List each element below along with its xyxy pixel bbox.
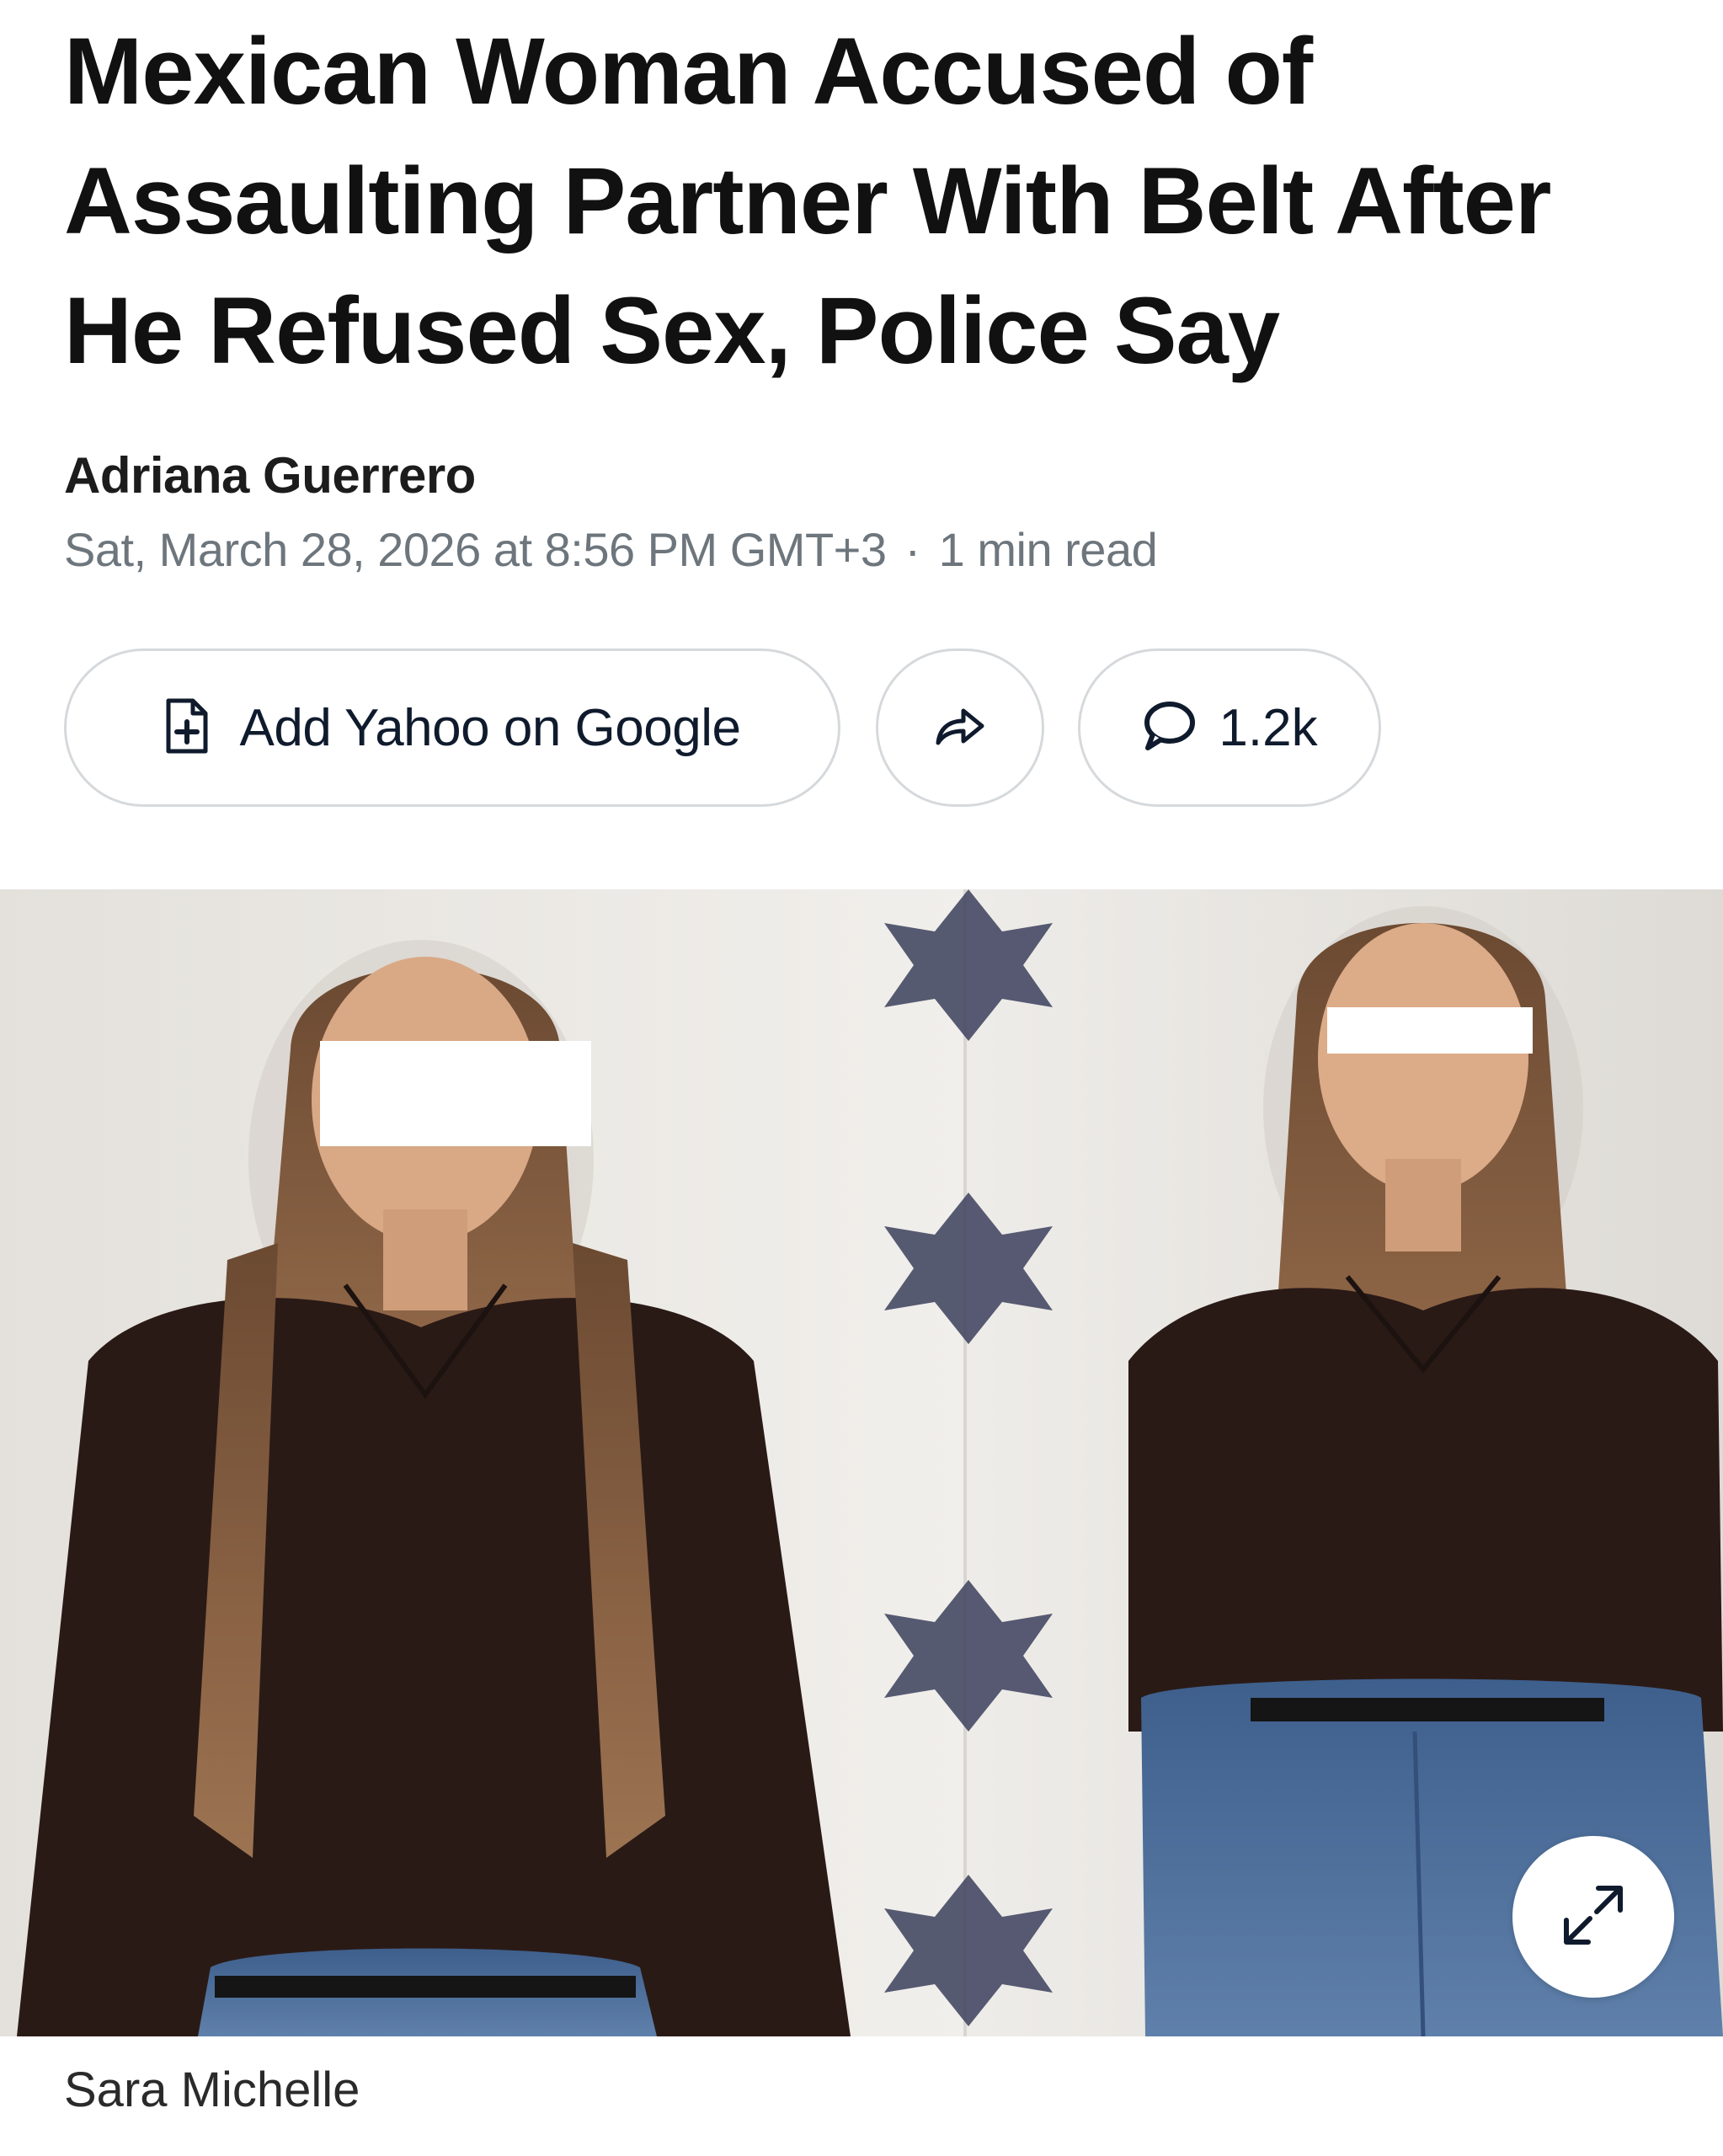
add-source-icon (164, 696, 210, 760)
meta-separator: · (904, 523, 921, 576)
mugshot-photo (0, 889, 1723, 2036)
share-button[interactable] (876, 648, 1044, 807)
comment-count: 1.2k (1219, 698, 1318, 757)
image-caption: Sara Michelle (64, 2063, 360, 2117)
author-name[interactable]: Adriana Guerrero (64, 446, 476, 504)
add-yahoo-on-google-button[interactable]: Add Yahoo on Google (64, 648, 840, 807)
comment-bubble-icon (1141, 699, 1197, 757)
expand-image-button[interactable] (1512, 1836, 1674, 1998)
comments-button[interactable]: 1.2k (1078, 648, 1381, 807)
article-meta: Sat, March 28, 2026 at 8:56 PM GMT+3 · 1 m… (64, 522, 1158, 577)
share-arrow-icon (933, 702, 987, 754)
publish-date: Sat, March 28, 2026 at 8:56 PM GMT+3 (64, 523, 887, 576)
add-yahoo-on-google-label: Add Yahoo on Google (239, 698, 741, 757)
right-face-censor-bar (1327, 1007, 1533, 1054)
expand-icon (1555, 1876, 1632, 1958)
read-time: 1 min read (938, 523, 1158, 576)
left-face-censor-bar (320, 1041, 591, 1146)
article-headline: Mexican Woman Accused of Assaulting Part… (64, 19, 1552, 383)
article-photo[interactable] (0, 889, 1723, 2036)
